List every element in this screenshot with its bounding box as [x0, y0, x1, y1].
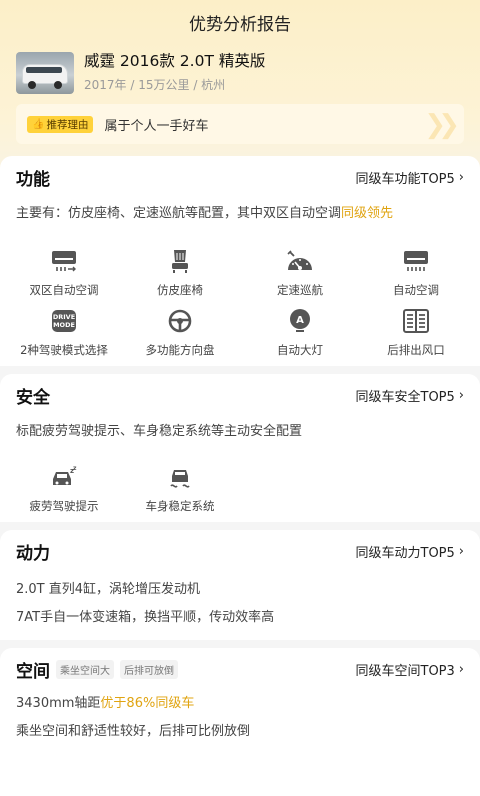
space-highlight: 优于86%同级车	[100, 696, 195, 711]
space-top3-label: 同级车空间TOP3	[355, 663, 455, 679]
recommend-reason-text: 属于个人一手好车	[104, 118, 209, 134]
function-title: 功能	[16, 169, 50, 190]
function-top5-label: 同级车功能TOP5	[355, 171, 455, 187]
car-mileage: 15万公里	[127, 78, 190, 92]
car-name: 威霆 2016款 2.0T 精英版	[84, 52, 266, 70]
feature-drive-mode[interactable]: DRIVE MODE 2种驾驶模式选择	[4, 308, 124, 358]
power-engine-line: 2.0T 直列4缸，涡轮增压发动机	[16, 582, 201, 597]
feature-rear-vent[interactable]: 后排出风口	[356, 308, 476, 358]
function-top5-link[interactable]: 同级车功能TOP5 ›	[356, 168, 465, 187]
function-description: 主要有：仿皮座椅、定速巡航等配置，其中双区自动空调同级领先	[16, 206, 394, 221]
rear-vent-icon	[402, 308, 430, 334]
space-top3-link[interactable]: 同级车空间TOP3 ›	[356, 660, 465, 679]
auto-headlight-icon-letter: A	[296, 315, 304, 326]
feature-stability-control[interactable]: 车身稳定系统	[120, 464, 240, 514]
thumbs-up-icon: 👍	[32, 118, 45, 130]
space-tag-roomy: 乘坐空间大	[56, 659, 114, 679]
drive-mode-icon-text-1: DRIVE	[53, 313, 75, 321]
drive-mode-icon-text-2: MODE	[53, 321, 75, 329]
chevron-right-icon: ›	[458, 387, 464, 403]
chevron-right-icon: ›	[458, 543, 464, 559]
feature-dual-zone-ac[interactable]: 双区自动空调	[4, 248, 124, 298]
seat-icon	[166, 248, 194, 274]
car-city: 杭州	[190, 78, 226, 92]
fatigue-alert-icon: zz	[50, 464, 78, 490]
function-section: 功能 同级车功能TOP5 › 主要有：仿皮座椅、定速巡航等配置，其中双区自动空调…	[0, 156, 480, 366]
power-section: 动力 同级车动力TOP5 › 2.0T 直列4缸，涡轮增压发动机 7AT手自一体…	[0, 530, 480, 640]
recommend-badge-label: 推荐理由	[46, 118, 89, 131]
feature-auto-headlight[interactable]: A 自动大灯	[240, 308, 360, 358]
safety-top5-link[interactable]: 同级车安全TOP5 ›	[356, 386, 465, 405]
cruise-control-icon	[286, 248, 314, 274]
feature-multi-function-steering[interactable]: 多功能方向盘	[120, 308, 240, 358]
space-tag-foldable: 后排可放倒	[120, 659, 178, 679]
auto-headlight-icon: A	[286, 308, 314, 334]
auto-ac-icon	[402, 248, 430, 274]
page-title: 优势分析报告	[189, 14, 291, 35]
chevron-right-icon: ›	[458, 169, 464, 185]
space-title: 空间	[16, 661, 50, 682]
space-section: 空间 乘坐空间大 后排可放倒 同级车空间TOP3 › 3430mm轴距优于86%…	[0, 648, 480, 796]
steering-wheel-icon	[166, 308, 194, 334]
power-top5-label: 同级车动力TOP5	[355, 545, 455, 561]
chevron-right-icon: ›	[458, 661, 464, 677]
section-divider	[0, 640, 480, 648]
safety-title: 安全	[16, 387, 50, 408]
section-divider	[0, 522, 480, 530]
stability-control-icon	[166, 464, 194, 490]
feature-auto-ac[interactable]: 自动空调	[356, 248, 476, 298]
space-comfort-line: 乘坐空间和舒适性较好，后排可比例放倒	[16, 724, 251, 739]
section-divider	[0, 366, 480, 374]
feature-leather-seat[interactable]: 仿皮座椅	[120, 248, 240, 298]
space-wheelbase-line: 3430mm轴距优于86%同级车	[16, 696, 195, 711]
feature-fatigue-alert[interactable]: zz 疲劳驾驶提示	[4, 464, 124, 514]
car-meta: 2017年15万公里杭州	[84, 77, 265, 93]
power-top5-link[interactable]: 同级车动力TOP5 ›	[356, 542, 465, 561]
top-bar: 优势分析报告	[0, 0, 480, 44]
feature-cruise-control[interactable]: 定速巡航	[240, 248, 360, 298]
svg-text:z: z	[73, 465, 77, 472]
safety-description: 标配疲劳驾驶提示、车身稳定系统等主动安全配置	[16, 424, 303, 439]
recommend-badge: 👍 推荐理由	[27, 115, 94, 133]
recommend-reason-bar: 👍 推荐理由 属于个人一手好车 ❯❯	[16, 104, 464, 144]
safety-top5-label: 同级车安全TOP5	[355, 389, 455, 405]
car-thumbnail	[16, 52, 74, 94]
function-highlight: 同级领先	[341, 206, 394, 221]
power-title: 动力	[16, 543, 50, 564]
chevron-decoration-icon: ❯❯	[424, 110, 459, 140]
car-year: 2017年	[84, 78, 127, 92]
power-transmission-line: 7AT手自一体变速箱，换挡平顺，传动效率高	[16, 610, 275, 625]
dual-zone-ac-icon	[50, 248, 78, 274]
safety-section: 安全 同级车安全TOP5 › 标配疲劳驾驶提示、车身稳定系统等主动安全配置 zz…	[0, 374, 480, 522]
car-summary[interactable]: 威霆 2016款 2.0T 精英版 2017年15万公里杭州	[16, 52, 265, 96]
drive-mode-icon: DRIVE MODE	[50, 308, 78, 334]
